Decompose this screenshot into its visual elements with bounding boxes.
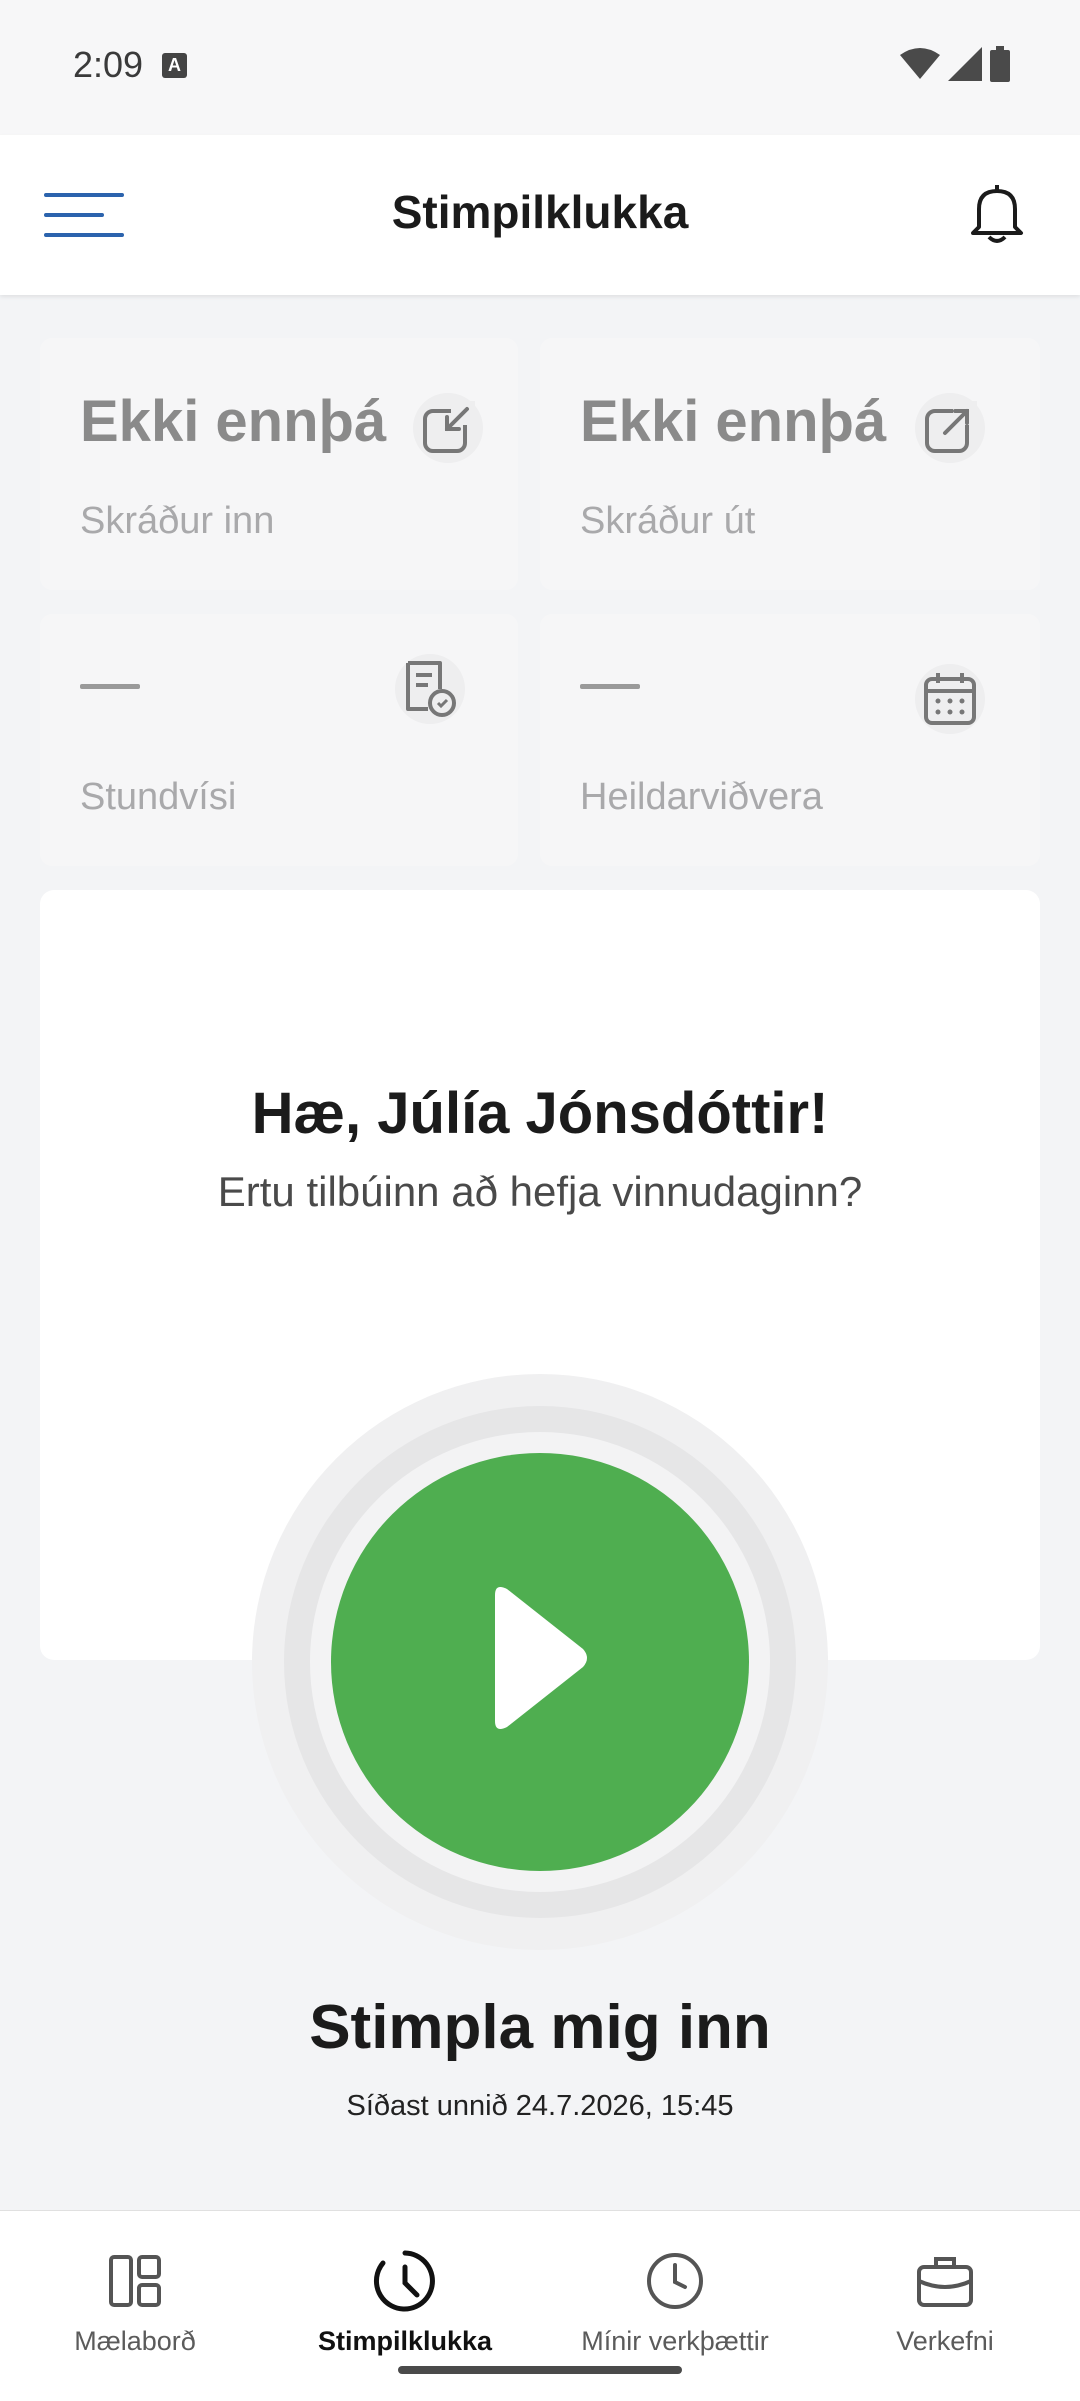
total-presence-card: Heildarviðvera (540, 614, 1040, 866)
nav-label-projects: Verkefni (896, 2326, 994, 2356)
clock-out-label: Skráður út (580, 500, 756, 542)
clock-in-value: Ekki ennþá (80, 389, 387, 454)
page-title: Stimpilklukka (391, 186, 689, 238)
nav-label-stimpilklukka: Stimpilklukka (317, 2326, 493, 2356)
nav-item-projects[interactable]: Verkefni (810, 2246, 1080, 2357)
clock-in-card: Ekki ennþá Skráður inn (40, 338, 518, 590)
status-icons (900, 46, 1010, 82)
status-bar: 2:09 A (0, 0, 1080, 135)
last-worked-text: Síðast unnið 24.7.2026, 15:45 (346, 2090, 734, 2122)
bell-icon[interactable] (969, 183, 1025, 243)
total-presence-value (580, 684, 640, 689)
nav-label-my-tasks: Mínir verkþættir (581, 2326, 769, 2356)
arrow-out-icon (915, 393, 985, 463)
wifi-icon (900, 48, 940, 79)
home-indicator[interactable] (398, 2366, 682, 2374)
punctuality-label: Stundvísi (80, 776, 237, 818)
document-clock-icon (395, 654, 465, 724)
nav-label-dashboard: Mælaborð (74, 2326, 196, 2356)
keyboard-indicator-icon: A (162, 53, 187, 78)
clock-outline-icon (647, 2253, 703, 2309)
nav-item-stimpilklukka[interactable]: Stimpilklukka (270, 2246, 540, 2357)
nav-item-my-tasks[interactable]: Mínir verkþættir (540, 2246, 810, 2357)
status-time: 2:09 (73, 44, 144, 85)
punctuality-card: Stundvísi (40, 614, 518, 866)
greeting: Hæ, Júlía Jónsdóttir! (251, 1081, 829, 1146)
punctuality-value (80, 684, 140, 689)
nav-item-dashboard[interactable]: Mælaborð (0, 2246, 270, 2357)
clock-in-button[interactable] (331, 1453, 749, 1871)
play-icon (495, 1587, 587, 1729)
clock-icon (374, 2250, 435, 2312)
clock-in-label: Stimpla mig inn (309, 1993, 771, 2062)
signal-icon (948, 47, 982, 81)
briefcase-icon (917, 2257, 973, 2307)
battery-icon (990, 46, 1010, 82)
arrow-in-icon (413, 393, 483, 463)
calendar-icon (915, 664, 985, 734)
clock-in-label: Skráður inn (80, 500, 275, 542)
total-presence-label: Heildarviðvera (580, 776, 823, 818)
app-bar: Stimpilklukka (0, 135, 1080, 295)
welcome-subtitle: Ertu tilbúinn að hefja vinnudaginn? (217, 1168, 863, 1215)
clock-out-card: Ekki ennþá Skráður út (540, 338, 1040, 590)
clock-out-value: Ekki ennþá (580, 389, 887, 454)
dashboard-icon (109, 2255, 161, 2307)
